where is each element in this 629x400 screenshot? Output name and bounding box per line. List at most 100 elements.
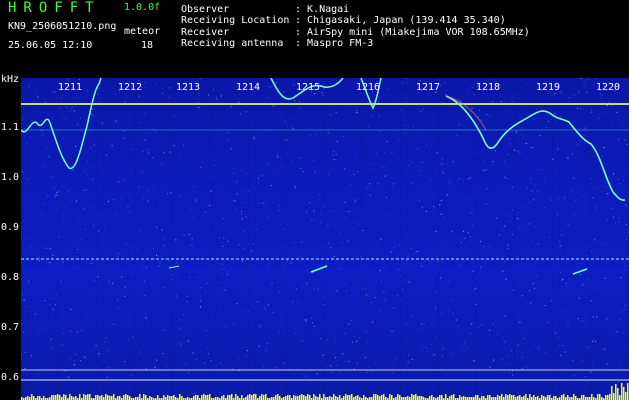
noise-dot (77, 249, 79, 250)
noise-dot (121, 324, 123, 326)
noise-dot (70, 301, 72, 303)
y-tick-0-8: 0.8 (1, 272, 20, 283)
noise-dot (401, 217, 403, 219)
noise-dot (128, 211, 130, 213)
noise-dot (238, 244, 240, 246)
level-bar (167, 395, 169, 400)
noise-dot (391, 161, 393, 163)
noise-dot (557, 213, 558, 215)
noise-dot (618, 221, 620, 222)
noise-dot (372, 371, 374, 372)
noise-dot (500, 100, 502, 102)
noise-dot (302, 170, 304, 172)
noise-dot (211, 131, 213, 133)
noise-dot (221, 281, 223, 283)
noise-dot (40, 211, 42, 213)
noise-dot (442, 347, 444, 349)
level-bar (375, 394, 377, 400)
noise-dot (237, 343, 239, 345)
noise-dot (560, 116, 562, 118)
noise-dot (353, 368, 355, 370)
noise-dot (70, 357, 72, 359)
noise-dot (392, 372, 394, 374)
noise-dot (511, 131, 513, 133)
noise-dot (107, 174, 109, 176)
noise-dot (135, 368, 137, 370)
noise-dot (148, 325, 150, 327)
noise-dot (605, 139, 607, 141)
level-bar (509, 394, 511, 400)
noise-dot (314, 219, 316, 221)
noise-dot (594, 187, 596, 189)
noise-dot (76, 97, 78, 99)
noise-dot (83, 294, 85, 296)
noise-dot (480, 240, 482, 242)
noise-dot (111, 269, 113, 271)
noise-dot (617, 178, 619, 180)
noise-dot (513, 133, 515, 135)
noise-dot (234, 200, 236, 202)
noise-dot (276, 154, 278, 156)
noise-dot (421, 206, 423, 207)
noise-dot (183, 314, 185, 316)
noise-dot (549, 198, 551, 200)
level-bar (475, 395, 477, 400)
noise-dot (466, 119, 468, 121)
noise-dot (205, 291, 207, 293)
level-bar (293, 395, 295, 400)
level-bar (169, 396, 171, 400)
spectrogram-panel[interactable] (21, 78, 629, 400)
level-bar (621, 383, 623, 400)
noise-dot (198, 101, 199, 103)
noise-dot (91, 112, 93, 114)
noise-dot (469, 333, 471, 335)
noise-dot (163, 152, 165, 154)
level-bar (597, 394, 599, 400)
noise-dot (247, 190, 249, 192)
noise-dot (79, 117, 81, 119)
noise-dot (64, 370, 66, 372)
noise-dot (216, 98, 218, 100)
noise-dot (436, 152, 438, 154)
noise-dot (599, 93, 601, 95)
noise-dot (490, 361, 491, 363)
level-bar (295, 396, 297, 400)
noise-dot (129, 173, 131, 175)
noise-dot (66, 261, 68, 263)
noise-dot (202, 215, 204, 216)
noise-dot (283, 268, 285, 270)
noise-dot (313, 210, 315, 212)
noise-dot (383, 267, 385, 268)
noise-dot (66, 106, 67, 108)
noise-dot (191, 244, 193, 246)
noise-dot (407, 164, 409, 166)
noise-dot (253, 137, 255, 139)
noise-dot (476, 191, 478, 193)
noise-dot (626, 144, 628, 145)
noise-dot (324, 92, 326, 94)
app-version: 1.0.0f (124, 2, 161, 13)
noise-dot (535, 346, 537, 348)
level-bar (123, 395, 125, 400)
noise-dot (50, 338, 52, 340)
level-bar (517, 396, 519, 400)
noise-dot (407, 83, 409, 84)
noise-dot (179, 327, 181, 329)
noise-dot (308, 272, 310, 274)
level-bar (289, 395, 291, 400)
noise-dot (434, 251, 436, 253)
noise-dot (463, 159, 465, 160)
noise-dot (247, 310, 249, 312)
noise-dot (263, 306, 265, 308)
noise-dot (161, 229, 163, 231)
noise-dot (124, 286, 126, 288)
level-bar (449, 396, 451, 400)
noise-dot (198, 93, 200, 95)
noise-dot (68, 190, 70, 192)
noise-dot (531, 190, 533, 192)
noise-dot (115, 120, 117, 122)
noise-dot (330, 246, 332, 248)
noise-dot (550, 199, 552, 201)
noise-dot (276, 174, 278, 176)
noise-dot (350, 183, 352, 185)
